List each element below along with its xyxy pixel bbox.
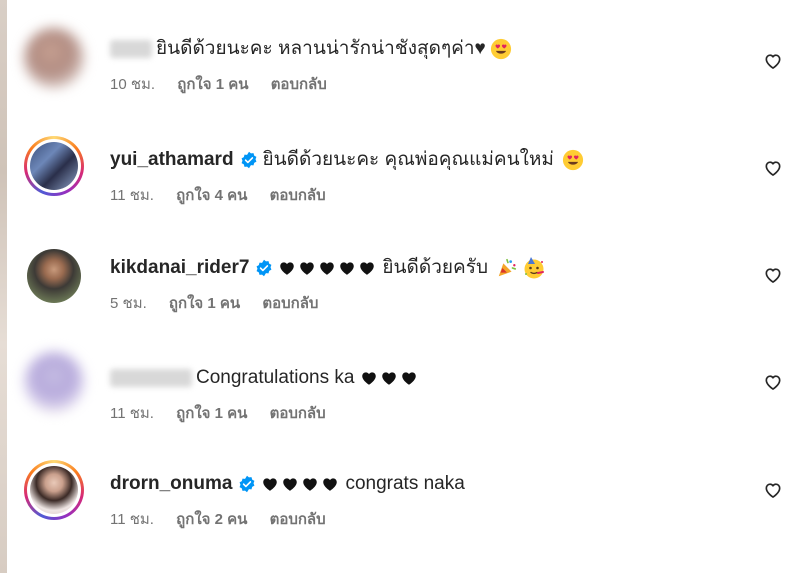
likes-count-link[interactable]: ถูกใจ 1 คน bbox=[176, 405, 247, 422]
verified-badge-icon bbox=[241, 151, 256, 169]
heart-eyes-emoji-icon bbox=[490, 38, 511, 60]
comment-meta: 11 ชม. ถูกใจ 2 คน ตอบกลับ bbox=[110, 507, 344, 531]
verified-badge-icon bbox=[240, 475, 255, 493]
black-hearts-icon bbox=[360, 369, 418, 387]
username-blurred[interactable] bbox=[110, 369, 192, 387]
black-hearts-icon bbox=[278, 259, 376, 277]
comment-meta: 11 ชม. ถูกใจ 4 คน ตอบกลับ bbox=[110, 183, 344, 207]
comment-text: congrats naka bbox=[345, 473, 465, 494]
comment-item: Congratulations ka 11 ชม. ถูกใจ 1 คน ตอบ… bbox=[0, 342, 800, 442]
comment-meta: 11 ชม. ถูกใจ 1 คน ตอบกลับ bbox=[110, 401, 344, 425]
reply-button[interactable]: ตอบกลับ bbox=[271, 76, 327, 93]
username-blurred[interactable] bbox=[110, 40, 152, 58]
reply-button[interactable]: ตอบกลับ bbox=[262, 295, 318, 312]
black-hearts-icon bbox=[261, 475, 339, 493]
comment-text: ยินดีด้วยครับ bbox=[382, 257, 488, 278]
comment-time: 11 ชม. bbox=[110, 511, 154, 528]
party-popper-icon bbox=[498, 258, 517, 277]
avatar bbox=[30, 142, 78, 190]
comment-text: ยินดีด้วยนะคะ คุณพ่อคุณแม่คนใหม่ bbox=[262, 149, 554, 170]
username-link[interactable]: yui_athamard bbox=[110, 147, 234, 173]
partying-face-icon bbox=[524, 257, 544, 279]
username-link[interactable]: kikdanai_rider7 bbox=[110, 255, 249, 281]
comment-time: 11 ชม. bbox=[110, 187, 154, 204]
avatar[interactable] bbox=[24, 28, 84, 88]
avatar[interactable] bbox=[27, 249, 81, 303]
comment-time: 11 ชม. bbox=[110, 405, 154, 422]
like-heart-icon[interactable] bbox=[763, 480, 783, 500]
reply-button[interactable]: ตอบกลับ bbox=[270, 405, 326, 422]
verified-badge-icon bbox=[256, 259, 272, 277]
likes-count-link[interactable]: ถูกใจ 4 คน bbox=[176, 187, 247, 204]
comment-item: yui_athamard ยินดีด้วยนะคะ คุณพ่อคุณแม่ค… bbox=[0, 127, 800, 227]
comment-item: kikdanai_rider7 ยินดีด้วยครับ 5 ชม. ถูกใ… bbox=[0, 235, 800, 335]
comment-time: 10 ชม. bbox=[110, 76, 156, 93]
likes-count-link[interactable]: ถูกใจ 1 คน bbox=[169, 295, 240, 312]
reply-button[interactable]: ตอบกลับ bbox=[270, 187, 326, 204]
like-heart-icon[interactable] bbox=[763, 158, 783, 178]
avatar-story-ring[interactable] bbox=[24, 460, 84, 520]
comment-meta: 10 ชม. ถูกใจ 1 คน ตอบกลับ bbox=[110, 72, 345, 96]
heart-eyes-emoji-icon bbox=[562, 149, 584, 171]
username-link[interactable]: drorn_onuma bbox=[110, 471, 232, 497]
like-heart-icon[interactable] bbox=[763, 265, 783, 285]
comment-meta: 5 ชม. ถูกใจ 1 คน ตอบกลับ bbox=[110, 291, 336, 315]
comment-text: Congratulations ka bbox=[196, 367, 355, 388]
likes-count-link[interactable]: ถูกใจ 1 คน bbox=[177, 76, 248, 93]
avatar-story-ring[interactable] bbox=[24, 136, 84, 196]
avatar[interactable] bbox=[24, 352, 84, 412]
like-heart-icon[interactable] bbox=[763, 51, 783, 71]
comment-item: drorn_onuma congrats naka 11 ชม. ถูกใจ 2… bbox=[0, 450, 800, 550]
comment-text: ยินดีด้วยนะคะ หลานน่ารักน่าชังสุดๆค่า♥ bbox=[156, 38, 486, 59]
likes-count-link[interactable]: ถูกใจ 2 คน bbox=[176, 511, 247, 528]
like-heart-icon[interactable] bbox=[763, 372, 783, 392]
reply-button[interactable]: ตอบกลับ bbox=[270, 511, 326, 528]
avatar bbox=[30, 466, 78, 514]
comment-time: 5 ชม. bbox=[110, 295, 147, 312]
comment-item: ยินดีด้วยนะคะ หลานน่ารักน่าชังสุดๆค่า♥ 1… bbox=[0, 20, 800, 120]
